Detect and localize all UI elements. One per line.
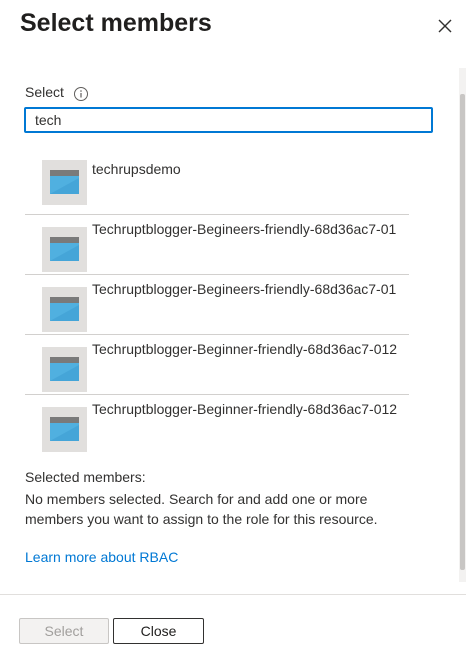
close-button[interactable]: Close (113, 618, 204, 644)
panel-scrollbar[interactable] (459, 68, 466, 582)
list-item[interactable]: Techruptblogger-Begineers-friendly-68d36… (25, 275, 409, 335)
app-registration-icon (42, 160, 87, 205)
list-item-name: Techruptblogger-Begineers-friendly-68d36… (92, 281, 397, 297)
list-item-name: Techruptblogger-Begineers-friendly-68d36… (92, 221, 397, 237)
panel-scrollbar-thumb[interactable] (460, 94, 465, 570)
selected-members-empty-text: No members selected. Search for and add … (25, 491, 378, 527)
app-registration-icon (42, 287, 87, 332)
info-icon[interactable] (73, 86, 89, 102)
list-item-name: techrupsdemo (92, 161, 181, 177)
select-button[interactable]: Select (19, 618, 109, 644)
footer-divider (0, 594, 466, 595)
selected-members-heading: Selected members: (25, 469, 146, 485)
list-item[interactable]: Techruptblogger-Beginner-friendly-68d36a… (25, 335, 409, 395)
list-item-name: Techruptblogger-Beginner-friendly-68d36a… (92, 401, 398, 417)
app-registration-icon (42, 407, 87, 452)
list-item[interactable]: Techruptblogger-Beginner-friendly-68d36a… (25, 395, 409, 452)
search-label: Select (25, 84, 64, 100)
learn-more-link[interactable]: Learn more about RBAC (25, 549, 178, 565)
list-item[interactable]: techrupsdemo (25, 138, 409, 215)
close-icon[interactable] (434, 15, 456, 37)
list-item-name: Techruptblogger-Beginner-friendly-68d36a… (92, 341, 398, 357)
app-registration-icon (42, 347, 87, 392)
results-list: techrupsdemo Techruptblogger-Begineers-fr… (25, 138, 434, 452)
list-item[interactable]: Techruptblogger-Begineers-friendly-68d36… (25, 215, 409, 275)
select-members-panel: Select members Select techrupsdemo Techru… (0, 0, 466, 656)
search-input[interactable] (24, 107, 433, 133)
page-title: Select members (20, 9, 212, 37)
app-registration-icon (42, 227, 87, 272)
